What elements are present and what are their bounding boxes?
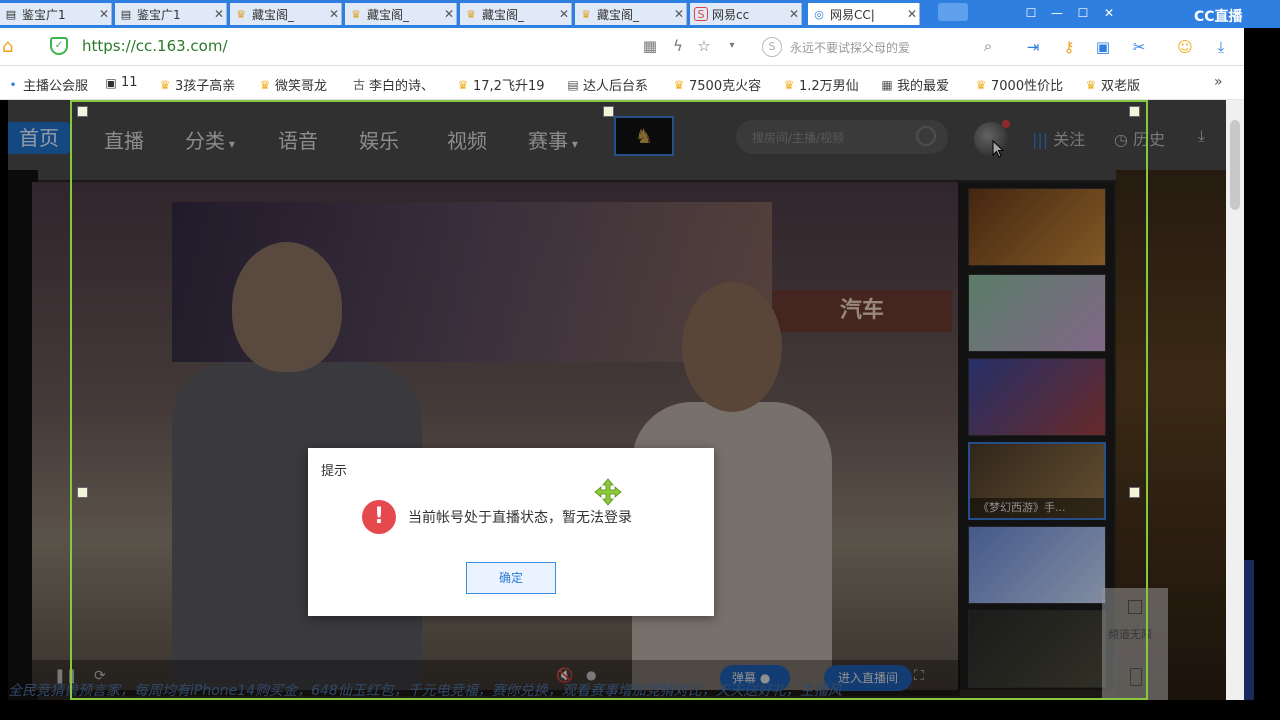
- bookmark-item[interactable]: ♛ 双老版: [1084, 75, 1140, 95]
- minimize-icon[interactable]: —: [1046, 4, 1068, 22]
- bookmark-item[interactable]: ♛ 17,2飞升19: [456, 75, 545, 95]
- new-tab-button[interactable]: [938, 3, 968, 21]
- alert-dialog: 提示 ! 当前帐号处于直播状态，暂无法登录 确定: [308, 448, 714, 616]
- resize-handle[interactable]: [603, 106, 614, 117]
- error-icon: !: [362, 500, 396, 534]
- crown-icon: ♛: [259, 77, 271, 92]
- crown-icon: ♛: [466, 7, 476, 21]
- bookmark-item[interactable]: ▤ 达人后台系: [566, 75, 648, 95]
- search-placeholder: 永远不要试探父母的爱: [790, 40, 911, 55]
- browser-tab[interactable]: ♛ 藏宝阁_ ✕: [575, 3, 687, 25]
- bookmark-item[interactable]: 古李白的诗、: [352, 75, 434, 95]
- browser-tab[interactable]: ♛ 藏宝阁_ ✕: [460, 3, 572, 25]
- chevron-down-icon[interactable]: ▾: [722, 36, 742, 56]
- crown-icon: ♛: [457, 77, 469, 92]
- confirm-button[interactable]: 确定: [466, 562, 556, 594]
- page-icon: ▤: [567, 77, 579, 92]
- bookmark-item[interactable]: ▣ 11: [104, 75, 137, 90]
- star-icon[interactable]: ☆: [694, 36, 714, 56]
- search-engine-icon: S: [762, 37, 782, 57]
- s-icon: S: [694, 7, 708, 21]
- window-menu-icon[interactable]: ☐: [1020, 4, 1042, 22]
- browser-tab[interactable]: S 网易cc ✕: [690, 3, 802, 25]
- resize-handle[interactable]: [1129, 487, 1140, 498]
- crown-icon: ♛: [236, 7, 246, 21]
- tab-label: 藏宝阁_: [482, 7, 525, 22]
- bookmark-item[interactable]: ▦ 我的最爱: [880, 75, 949, 95]
- translate-icon[interactable]: ▣: [1092, 36, 1114, 58]
- bookmark-item[interactable]: ♛ 7500克火容: [672, 75, 761, 95]
- tab-strip: ▤ 鉴宝广1 ✕ ▤ 鉴宝广1 ✕ ♛ 藏宝阁_ ✕ ♛ 藏宝阁_ ✕ ♛ 藏宝…: [0, 0, 1280, 28]
- bookmark-item[interactable]: ♛ 1.2万男仙: [782, 75, 859, 95]
- address-bar: ⌂ ✓ https://cc.163.com/ ▦ ϟ ☆ ▾ S 永远不要试探…: [0, 28, 1244, 66]
- close-icon[interactable]: ✕: [905, 7, 919, 21]
- cc-icon: ◎: [814, 7, 824, 21]
- crown-icon: ♛: [975, 77, 987, 92]
- crown-icon: ♛: [581, 7, 591, 21]
- crown-icon: ♛: [783, 77, 795, 92]
- browser-tab-active[interactable]: ◎ 网易CC| ✕: [808, 3, 920, 25]
- text-icon: 古: [352, 77, 365, 92]
- resize-handle[interactable]: [1129, 106, 1140, 117]
- screen-edge-accent: [1244, 560, 1254, 700]
- more-bookmarks-icon[interactable]: »: [1214, 74, 1223, 90]
- brand-watermark: CC直播: [1194, 9, 1243, 25]
- bookmark-item[interactable]: ♛ 3孩子高亲: [158, 75, 236, 95]
- login-icon[interactable]: ⇥: [1022, 36, 1044, 58]
- page-icon: ▤: [120, 7, 132, 21]
- crown-icon: ♛: [351, 7, 361, 21]
- browser-tab[interactable]: ♛ 藏宝阁_ ✕: [230, 3, 342, 25]
- tab-label: 鉴宝广1: [22, 7, 66, 22]
- download-icon[interactable]: ⤓: [1210, 36, 1232, 58]
- crown-icon: ♛: [1085, 77, 1097, 92]
- tab-label: 网易CC|: [830, 7, 875, 22]
- browser-tab[interactable]: ▤ 鉴宝广1 ✕: [115, 3, 227, 25]
- grid-icon: ▦: [881, 77, 893, 92]
- maximize-icon[interactable]: ☐: [1072, 4, 1094, 22]
- qr-code-icon[interactable]: ▦: [640, 36, 660, 56]
- page-icon: ▤: [5, 7, 17, 21]
- scissors-icon[interactable]: ✂: [1128, 36, 1150, 58]
- home-icon[interactable]: ⌂: [2, 36, 24, 57]
- close-window-icon[interactable]: ✕: [1098, 4, 1120, 22]
- url-input[interactable]: https://cc.163.com/: [82, 37, 228, 55]
- close-icon[interactable]: ✕: [442, 7, 456, 21]
- close-icon[interactable]: ✕: [212, 7, 226, 21]
- bookmarks-bar: • 主播公会服 ▣ 11 ♛ 3孩子高亲 ♛ 微笑哥龙 古李白的诗、 ♛ 17,2飞升19…: [0, 66, 1244, 100]
- dot-icon: •: [9, 77, 17, 92]
- bookmark-item[interactable]: ♛ 7000性价比: [974, 75, 1063, 95]
- bookmark-item[interactable]: • 主播公会服: [6, 75, 88, 95]
- bottom-bar: [0, 700, 1280, 720]
- close-icon[interactable]: ✕: [327, 7, 341, 21]
- tab-label: 网易cc: [712, 7, 750, 22]
- search-icon[interactable]: ⌕: [978, 36, 998, 56]
- tab-label: 藏宝阁_: [252, 7, 295, 22]
- browser-tab[interactable]: ▤ 鉴宝广1 ✕: [0, 3, 112, 25]
- app-icon: ▣: [105, 75, 117, 90]
- close-icon[interactable]: ✕: [557, 7, 571, 21]
- browser-search[interactable]: S 永远不要试探父母的爱: [762, 35, 1002, 59]
- resize-handle[interactable]: [77, 487, 88, 498]
- close-icon[interactable]: ✕: [672, 7, 686, 21]
- tab-label: 藏宝阁_: [367, 7, 410, 22]
- screen: ▤ 鉴宝广1 ✕ ▤ 鉴宝广1 ✕ ♛ 藏宝阁_ ✕ ♛ 藏宝阁_ ✕ ♛ 藏宝…: [0, 0, 1280, 720]
- browser-tab[interactable]: ♛ 藏宝阁_ ✕: [345, 3, 457, 25]
- close-icon[interactable]: ✕: [787, 7, 801, 21]
- scrollbar-thumb[interactable]: [1230, 120, 1240, 210]
- shield-icon[interactable]: ✓: [50, 37, 68, 55]
- key-icon[interactable]: ⚷: [1058, 36, 1080, 58]
- tab-label: 藏宝阁_: [597, 7, 640, 22]
- move-cursor-icon: [594, 478, 622, 506]
- lightning-icon[interactable]: ϟ: [668, 36, 688, 56]
- bookmark-item[interactable]: ♛ 微笑哥龙: [258, 75, 327, 95]
- crown-icon: ♛: [159, 77, 171, 92]
- crown-icon: ♛: [673, 77, 685, 92]
- dialog-title: 提示: [321, 464, 348, 479]
- emoji-icon[interactable]: ☺: [1174, 36, 1196, 58]
- dialog-message: 当前帐号处于直播状态，暂无法登录: [408, 510, 632, 526]
- page-scrollbar[interactable]: [1226, 100, 1244, 700]
- close-icon[interactable]: ✕: [97, 7, 111, 21]
- resize-handle[interactable]: [77, 106, 88, 117]
- tab-label: 鉴宝广1: [137, 7, 181, 22]
